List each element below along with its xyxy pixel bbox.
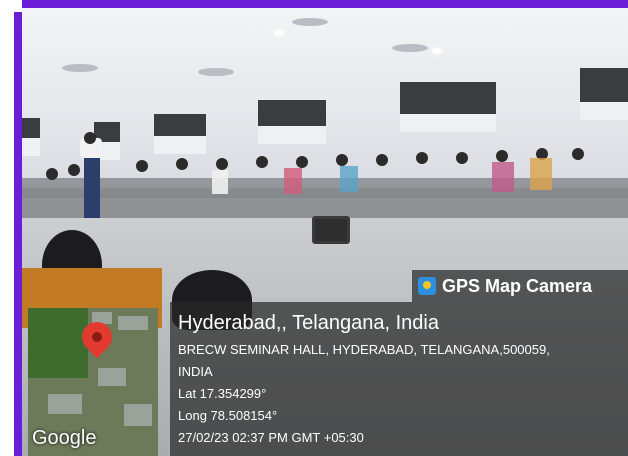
frame-edge xyxy=(0,0,14,456)
ceiling-fan xyxy=(198,68,234,76)
map-building xyxy=(48,394,82,414)
frame-edge-top xyxy=(0,0,22,12)
latitude: Lat 17.354299° xyxy=(178,386,267,401)
location-title: Hyderabad,, Telangana, India xyxy=(178,312,439,334)
ceiling-light xyxy=(432,48,442,54)
address-line-2: INDIA xyxy=(178,364,213,379)
window xyxy=(400,82,496,132)
gps-map-camera-icon xyxy=(418,277,436,295)
longitude: Long 78.508154° xyxy=(178,408,278,423)
map-green-area xyxy=(28,308,88,378)
badge-label: GPS Map Camera xyxy=(442,275,593,296)
google-logo: Google xyxy=(32,427,97,449)
standing-presenter-head xyxy=(84,132,96,144)
ceiling-fan xyxy=(292,18,328,26)
gps-map-camera-badge: GPS Map Camera xyxy=(412,270,628,302)
standing-presenter-legs xyxy=(84,158,100,218)
ceiling-fan xyxy=(62,64,98,72)
ceiling-fan xyxy=(392,44,428,52)
location-map: Google xyxy=(28,308,158,456)
map-building xyxy=(98,368,126,386)
empty-chair xyxy=(312,216,350,244)
datetime: 27/02/23 02:37 PM GMT +05:30 xyxy=(178,430,364,445)
map-building xyxy=(124,404,152,426)
location-info-panel: Hyderabad,, Telangana, India BRECW SEMIN… xyxy=(170,302,628,456)
window xyxy=(258,100,326,144)
address-line-1: BRECW SEMINAR HALL, HYDERABAD, TELANGANA… xyxy=(178,342,550,357)
room-photo: Google GPS Map Camera Hyderabad,, Telang… xyxy=(22,8,628,456)
ceiling-light xyxy=(274,30,284,36)
window xyxy=(580,68,628,120)
map-building xyxy=(118,316,148,330)
